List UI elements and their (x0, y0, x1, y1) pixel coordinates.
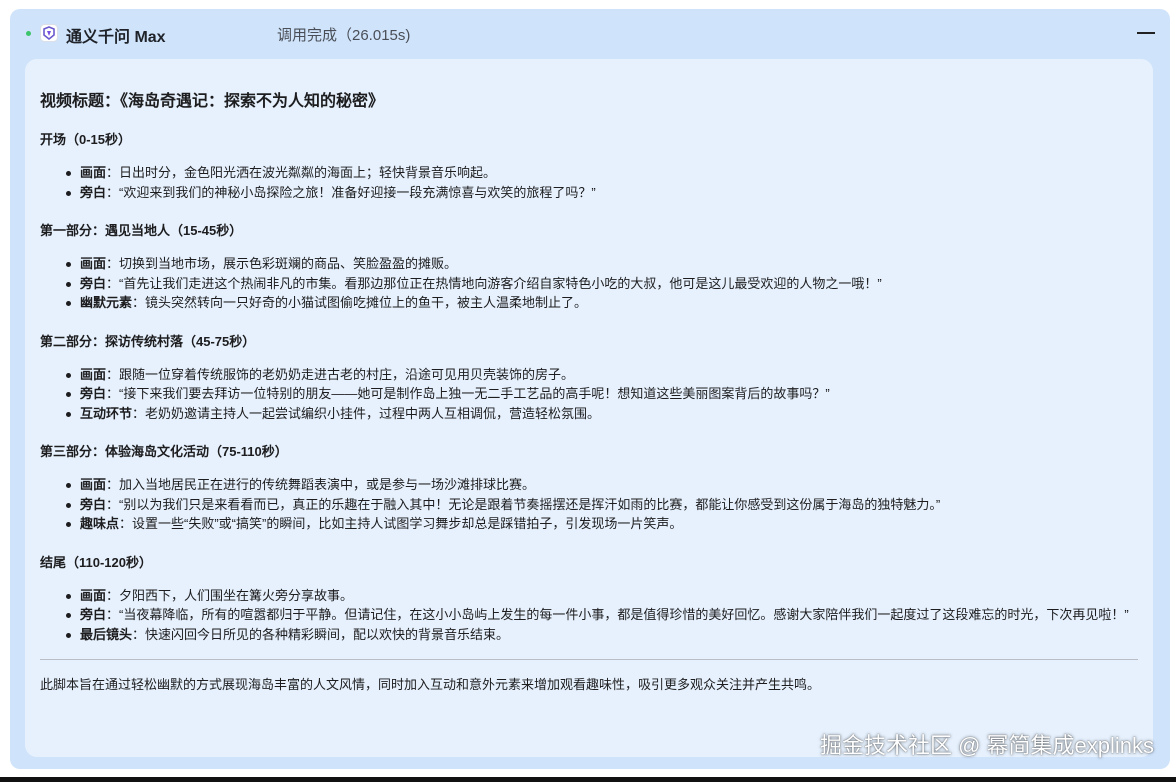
item-text: ：设置一些“失败”或“搞笑”的瞬间，比如主持人试图学习舞步却总是踩错拍子，引发现… (119, 516, 683, 531)
section-heading: 第三部分：体验海岛文化活动（75-110秒） (40, 444, 288, 459)
script-sections: 开场（0-15秒） 画面：日出时分，金色阳光洒在波光粼粼的海面上；轻快背景音乐响起… (40, 131, 1138, 644)
section-heading: 第一部分：遇见当地人（15-45秒） (40, 223, 243, 238)
item-text: ：“接下来我们要去拜访一位特别的朋友——她可是制作岛上独一无二手工艺品的高手呢！… (106, 386, 830, 401)
response-content: 视频标题：《海岛奇遇记：探索不为人知的秘密》 开场（0-15秒） 画面：日出时分，… (25, 59, 1153, 757)
item-text: ：快速闪回今日所见的各种精彩瞬间，配以欢快的背景音乐结束。 (132, 626, 510, 642)
list-item: 画面：切换到当地市场，展示色彩斑斓的商品、笑脸盈盈的摊贩。 (66, 254, 1138, 274)
minimize-button[interactable] (1136, 23, 1156, 43)
item-label: 旁白 (80, 184, 107, 200)
list-item: 趣味点：设置一些“失败”或“搞笑”的瞬间，比如主持人试图学习舞步却总是踩错拍子，… (66, 514, 1138, 534)
list-item: 旁白：“首先让我们走进这个热闹非凡的市集。看那边那位正在热情地向游客介绍自家特色… (66, 274, 1138, 294)
item-label: 画面 (80, 477, 107, 492)
section-item-list: 画面：跟随一位穿着传统服饰的老奶奶走进古老的村庄，沿途可见用贝壳装饰的房子。 旁白… (40, 365, 1138, 424)
item-label: 互动环节 (80, 405, 133, 421)
item-text: ：“欢迎来到我们的神秘小岛探险之旅！准备好迎接一段充满惊喜与欢笑的旅程了吗？” (106, 184, 596, 200)
model-name: 通义千问 Max (66, 29, 166, 46)
status-indicator-dot (26, 31, 31, 36)
item-text: ：跟随一位穿着传统服饰的老奶奶走进古老的村庄，沿途可见用贝壳装饰的房子。 (106, 366, 575, 382)
item-label: 旁白 (80, 386, 107, 401)
call-status: 调用完成（26.015s) (277, 27, 411, 44)
list-item: 幽默元素：镜头突然转向一只好奇的小猫试图偷吃摊位上的鱼干，被主人温柔地制止了。 (66, 293, 1138, 313)
item-label: 趣味点 (80, 516, 120, 531)
chat-result-window: 通义千问 Max 调用完成（26.015s) 视频标题：《海岛奇遇记：探索不为人… (10, 9, 1170, 769)
item-label: 画面 (80, 256, 107, 271)
item-label: 画面 (80, 165, 107, 180)
item-label: 旁白 (80, 496, 107, 512)
section-heading: 结尾（110-120秒） (40, 554, 152, 570)
summary-text: 此脚本旨在通过轻松幽默的方式展现海岛丰富的人文风情，同时加入互动和意外元素来增加… (40, 677, 821, 692)
item-label: 画面 (80, 587, 107, 603)
list-item: 画面：夕阳西下，人们围坐在篝火旁分享故事。 (66, 586, 1138, 606)
item-label: 旁白 (80, 275, 107, 291)
list-item: 旁白：“欢迎来到我们的神秘小岛探险之旅！准备好迎接一段充满惊喜与欢笑的旅程了吗？… (66, 183, 1138, 203)
section-item-list: 画面：夕阳西下，人们围坐在篝火旁分享故事。 旁白：“当夜幕降临，所有的喧嚣都归于平… (40, 586, 1138, 645)
item-text: ：镜头突然转向一只好奇的小猫试图偷吃摊位上的鱼干，被主人温柔地制止了。 (132, 295, 588, 310)
section-item-list: 画面：加入当地居民正在进行的传统舞蹈表演中，或是参与一场沙滩排球比赛。 旁白：“别… (40, 475, 1138, 534)
item-label: 旁白 (80, 607, 107, 622)
tongyi-logo-icon (40, 24, 58, 42)
list-item: 旁白：“接下来我们要去拜访一位特别的朋友——她可是制作岛上独一无二手工艺品的高手… (66, 384, 1138, 404)
item-text: ：“当夜幕降临，所有的喧嚣都归于平静。但请记住，在这小小岛屿上发生的每一件小事，… (106, 607, 1129, 622)
list-item: 画面：加入当地居民正在进行的传统舞蹈表演中，或是参与一场沙滩排球比赛。 (66, 475, 1138, 495)
divider (40, 659, 1138, 660)
item-text: ：加入当地居民正在进行的传统舞蹈表演中，或是参与一场沙滩排球比赛。 (106, 477, 536, 492)
section-heading: 开场（0-15秒） (40, 132, 132, 147)
item-label: 最后镜头 (80, 626, 133, 642)
list-item: 最后镜头：快速闪回今日所见的各种精彩瞬间，配以欢快的背景音乐结束。 (66, 625, 1138, 645)
bottom-edge (0, 777, 1176, 782)
list-item: 旁白：“别以为我们只是来看看而已，真正的乐趣在于融入其中！无论是跟着节奏摇摆还是… (66, 495, 1138, 515)
watermark: 掘金技术社区 @ 幂简集成explinks (819, 733, 1154, 758)
window-header: 通义千问 Max 调用完成（26.015s) (10, 9, 1170, 57)
section-item-list: 画面：日出时分，金色阳光洒在波光粼粼的海面上；轻快背景音乐响起。 旁白：“欢迎来到… (40, 163, 1138, 202)
item-text: ：“别以为我们只是来看看而已，真正的乐趣在于融入其中！无论是跟着节奏摇摆还是挥汗… (106, 496, 941, 512)
list-item: 旁白：“当夜幕降临，所有的喧嚣都归于平静。但请记住，在这小小岛屿上发生的每一件小… (66, 605, 1138, 625)
list-item: 画面：日出时分，金色阳光洒在波光粼粼的海面上；轻快背景音乐响起。 (66, 163, 1138, 183)
item-text: ：老奶奶邀请主持人一起尝试编织小挂件，过程中两人互相调侃，营造轻松氛围。 (132, 405, 601, 421)
item-text: ：夕阳西下，人们围坐在篝火旁分享故事。 (106, 587, 354, 603)
item-text: ：“首先让我们走进这个热闹非凡的市集。看那边那位正在热情地向游客介绍自家特色小吃… (106, 275, 882, 291)
item-text: ：日出时分，金色阳光洒在波光粼粼的海面上；轻快背景音乐响起。 (106, 165, 497, 180)
item-label: 画面 (80, 366, 107, 382)
section-item-list: 画面：切换到当地市场，展示色彩斑斓的商品、笑脸盈盈的摊贩。 旁白：“首先让我们走进… (40, 254, 1138, 313)
list-item: 画面：跟随一位穿着传统服饰的老奶奶走进古老的村庄，沿途可见用贝壳装饰的房子。 (66, 365, 1138, 385)
item-label: 幽默元素 (80, 295, 133, 310)
list-item: 互动环节：老奶奶邀请主持人一起尝试编织小挂件，过程中两人互相调侃，营造轻松氛围。 (66, 404, 1138, 424)
video-title: 视频标题：《海岛奇遇记：探索不为人知的秘密》 (40, 93, 385, 110)
item-text: ：切换到当地市场，展示色彩斑斓的商品、笑脸盈盈的摊贩。 (106, 256, 458, 271)
section-heading: 第二部分：探访传统村落（45-75秒） (40, 333, 256, 349)
